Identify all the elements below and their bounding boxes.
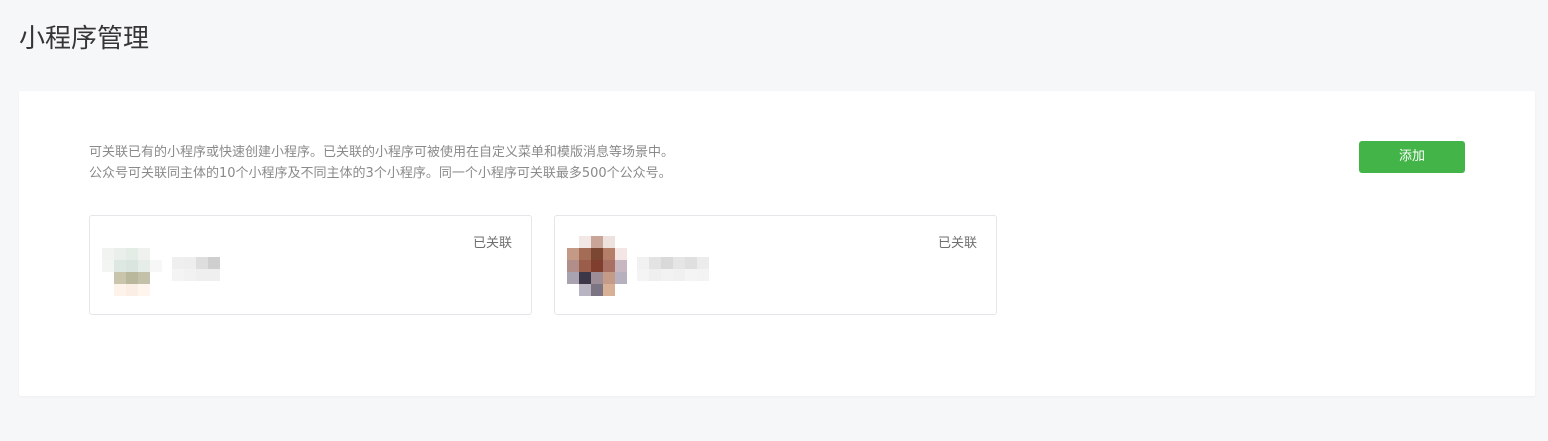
mosaic-pixel xyxy=(567,248,579,260)
mosaic-pixel xyxy=(591,272,603,284)
mosaic-pixel xyxy=(138,248,150,260)
mosaic-pixel xyxy=(591,236,603,248)
mosaic-pixel xyxy=(138,272,150,284)
mosaic-pixel xyxy=(579,284,591,296)
mosaic-pixel xyxy=(637,269,649,281)
mosaic-pixel xyxy=(150,236,162,248)
mosaic-pixel xyxy=(138,260,150,272)
mosaic-pixel xyxy=(114,272,126,284)
mosaic-pixel xyxy=(603,236,615,248)
mosaic-pixel xyxy=(196,269,208,281)
mosaic-pixel xyxy=(697,257,709,269)
mosaic-pixel xyxy=(102,248,114,260)
mosaic-pixel xyxy=(673,269,685,281)
mosaic-pixel xyxy=(208,257,220,269)
mosaic-pixel xyxy=(102,260,114,272)
mosaic-pixel xyxy=(649,257,661,269)
mosaic-pixel xyxy=(150,248,162,260)
mosaic-pixel xyxy=(579,236,591,248)
mosaic-pixel xyxy=(114,236,126,248)
mosaic-pixel xyxy=(637,257,649,269)
mosaic-pixel xyxy=(102,236,114,248)
mosaic-pixel xyxy=(697,269,709,281)
description: 可关联已有的小程序或快速创建小程序。已关联的小程序可被使用在自定义菜单和模版消息… xyxy=(89,142,674,184)
mosaic-pixel xyxy=(126,260,138,272)
mosaic-pixel xyxy=(102,284,114,296)
mosaic-pixel xyxy=(615,248,627,260)
mosaic-pixel xyxy=(649,269,661,281)
mosaic-pixel xyxy=(172,257,184,269)
mini-program-avatar xyxy=(567,236,627,296)
mini-program-avatar xyxy=(102,236,162,296)
mosaic-pixel xyxy=(673,257,685,269)
mosaic-pixel xyxy=(661,269,673,281)
mini-program-card[interactable]: 已关联 xyxy=(554,215,997,315)
mosaic-pixel xyxy=(591,284,603,296)
mosaic-pixel xyxy=(150,272,162,284)
mosaic-pixel xyxy=(603,260,615,272)
mosaic-pixel xyxy=(567,272,579,284)
mini-program-name-blurred xyxy=(637,257,709,281)
mosaic-pixel xyxy=(114,248,126,260)
mosaic-pixel xyxy=(184,269,196,281)
mosaic-pixel xyxy=(567,284,579,296)
mosaic-pixel xyxy=(603,272,615,284)
linked-status: 已关联 xyxy=(937,236,977,251)
mosaic-pixel xyxy=(591,260,603,272)
mini-program-panel: 可关联已有的小程序或快速创建小程序。已关联的小程序可被使用在自定义菜单和模版消息… xyxy=(19,91,1535,396)
mosaic-pixel xyxy=(196,257,208,269)
mosaic-pixel xyxy=(126,272,138,284)
mosaic-pixel xyxy=(685,257,697,269)
mosaic-pixel xyxy=(114,284,126,296)
mosaic-pixel xyxy=(567,236,579,248)
mosaic-pixel xyxy=(615,236,627,248)
description-line-2: 公众号可关联同主体的10个小程序及不同主体的3个小程序。同一个小程序可关联最多5… xyxy=(89,166,672,181)
mosaic-pixel xyxy=(661,257,673,269)
mosaic-pixel xyxy=(138,284,150,296)
add-button[interactable]: 添加 xyxy=(1359,141,1465,173)
mosaic-pixel xyxy=(126,236,138,248)
mosaic-pixel xyxy=(184,257,196,269)
mosaic-pixel xyxy=(138,236,150,248)
mosaic-pixel xyxy=(615,272,627,284)
mosaic-pixel xyxy=(603,284,615,296)
mosaic-pixel xyxy=(579,272,591,284)
mosaic-pixel xyxy=(579,260,591,272)
mosaic-pixel xyxy=(126,284,138,296)
mosaic-pixel xyxy=(208,269,220,281)
mosaic-pixel xyxy=(567,260,579,272)
mini-program-card[interactable]: 已关联 xyxy=(89,215,532,315)
mosaic-pixel xyxy=(579,248,591,260)
mosaic-pixel xyxy=(150,284,162,296)
description-line-1: 可关联已有的小程序或快速创建小程序。已关联的小程序可被使用在自定义菜单和模版消息… xyxy=(89,145,675,160)
linked-status: 已关联 xyxy=(472,236,512,251)
mosaic-pixel xyxy=(114,260,126,272)
mosaic-pixel xyxy=(126,248,138,260)
mosaic-pixel xyxy=(102,272,114,284)
mosaic-pixel xyxy=(615,260,627,272)
mosaic-pixel xyxy=(172,269,184,281)
mosaic-pixel xyxy=(603,248,615,260)
mosaic-pixel xyxy=(685,269,697,281)
page-title: 小程序管理 xyxy=(19,24,150,54)
mosaic-pixel xyxy=(150,260,162,272)
mosaic-pixel xyxy=(591,248,603,260)
mini-program-name-blurred xyxy=(172,257,220,281)
mosaic-pixel xyxy=(615,284,627,296)
